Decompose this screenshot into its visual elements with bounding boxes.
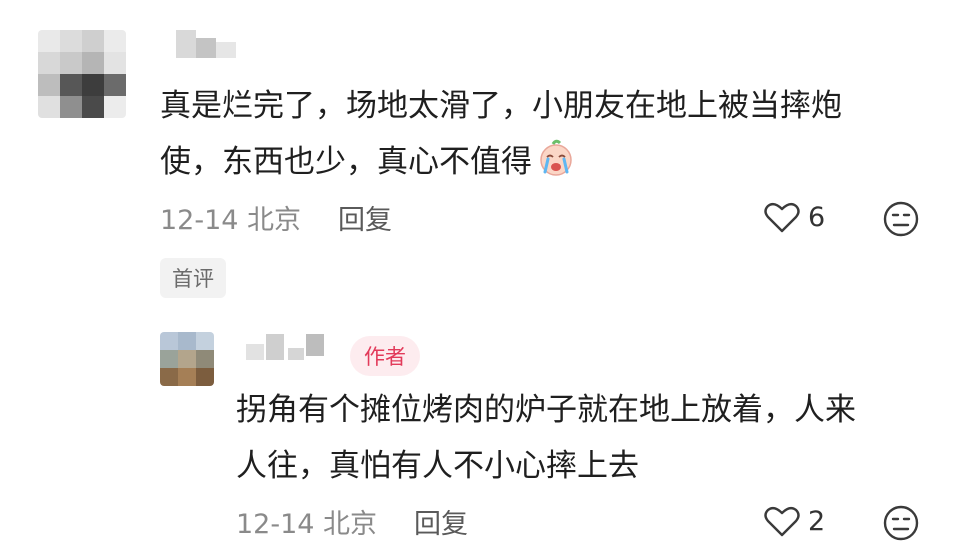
reply-button[interactable]: 回复 (338, 198, 392, 237)
author-badge: 作者 (350, 336, 420, 376)
like-button[interactable]: 2 (764, 504, 825, 538)
comment-item: 真是烂完了，场地太滑了，小朋友在地上被当摔炮 使，东西也少，真心不值得 12-1… (0, 0, 960, 310)
comment-text: 真是烂完了，场地太滑了，小朋友在地上被当摔炮 使，东西也少，真心不值得 (160, 78, 842, 190)
comment-text-line: 使，东西也少，真心不值得 (160, 134, 842, 190)
reply-item: 作者 拐角有个摊位烤肉的炉子就在地上放着，人来 人往，真怕有人不小心摔上去 12… (0, 310, 960, 556)
like-count: 6 (808, 201, 826, 233)
neutral-face-icon[interactable] (882, 504, 920, 542)
comment-text-line: 真是烂完了，场地太滑了，小朋友在地上被当摔炮 (160, 88, 842, 124)
crying-face-emoji (540, 139, 572, 176)
username[interactable] (176, 30, 236, 58)
heart-outline-icon (764, 202, 800, 233)
first-comment-badge: 首评 (160, 258, 226, 298)
comment-text-line: 人往，真怕有人不小心摔上去 (236, 448, 639, 484)
comment-meta: 12-14 北京 (236, 509, 378, 540)
avatar[interactable] (38, 30, 126, 118)
reply-button[interactable]: 回复 (414, 502, 468, 541)
comment-text-line: 拐角有个摊位烤肉的炉子就在地上放着，人来 (236, 392, 856, 428)
avatar[interactable] (160, 332, 214, 386)
comment-meta: 12-14 北京 (160, 205, 302, 236)
comment-thread: { "comments": [ { "text_line1": "真是烂完了，场… (0, 0, 960, 556)
reply-text: 拐角有个摊位烤肉的炉子就在地上放着，人来 人往，真怕有人不小心摔上去 (236, 382, 856, 494)
heart-outline-icon (764, 506, 800, 537)
neutral-face-icon[interactable] (882, 200, 920, 238)
like-count: 2 (808, 505, 826, 537)
like-button[interactable]: 6 (764, 200, 825, 234)
username[interactable] (246, 334, 326, 360)
